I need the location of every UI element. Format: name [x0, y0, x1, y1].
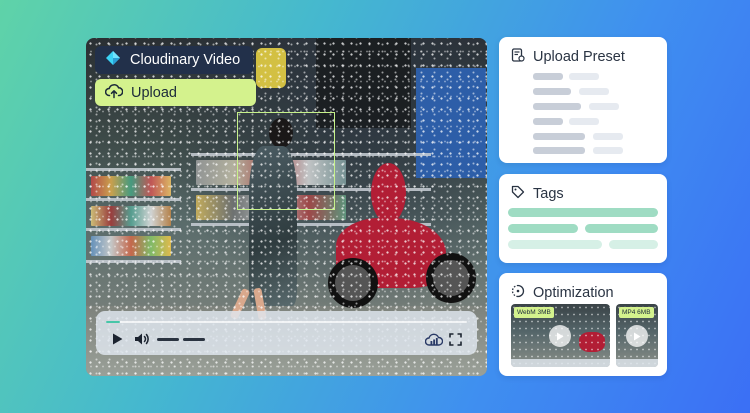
- progress-fill: [106, 321, 121, 323]
- thumbnail-control-bar: [616, 359, 658, 367]
- thumbnail-mp4[interactable]: MP4 6MB: [616, 304, 658, 367]
- volume-icon[interactable]: [134, 332, 150, 346]
- tags-title: Tags: [533, 186, 564, 202]
- cloudinary-diamond-icon: [105, 50, 121, 70]
- brand-label: Cloudinary Video: [130, 52, 241, 68]
- thumbnail-play-icon: [626, 325, 648, 347]
- thumbnail-webm[interactable]: WebM 3MB: [511, 304, 610, 367]
- detection-box: [237, 112, 335, 210]
- preset-icon: [511, 48, 525, 66]
- cloud-quality-icon[interactable]: [425, 332, 443, 346]
- video-control-bar: [96, 311, 477, 355]
- upload-preset-title: Upload Preset: [533, 49, 625, 65]
- format-size-badge: WebM 3MB: [514, 307, 554, 318]
- thumbnail-control-bar: [511, 359, 610, 367]
- optimization-card[interactable]: Optimization WebM 3MB MP4 6MB: [499, 273, 667, 376]
- upload-button[interactable]: Upload: [95, 79, 256, 106]
- format-size-badge: MP4 6MB: [619, 307, 654, 318]
- progress-track[interactable]: [106, 321, 467, 323]
- play-icon[interactable]: [111, 332, 123, 346]
- fullscreen-icon[interactable]: [449, 332, 462, 346]
- cloudinary-video-badge: Cloudinary Video: [95, 46, 253, 74]
- optimization-title: Optimization: [533, 285, 614, 301]
- tag-icon: [511, 185, 525, 203]
- upload-label: Upload: [131, 84, 177, 101]
- time-current-bar: [157, 338, 179, 341]
- thumbnail-play-icon: [549, 325, 571, 347]
- video-player[interactable]: Cloudinary Video Upload: [86, 38, 487, 376]
- cloud-upload-icon: [104, 83, 124, 103]
- tags-card[interactable]: Tags: [499, 174, 667, 263]
- upload-preset-card[interactable]: Upload Preset: [499, 37, 667, 163]
- optimization-icon: [511, 284, 525, 302]
- time-duration-bar: [183, 338, 205, 341]
